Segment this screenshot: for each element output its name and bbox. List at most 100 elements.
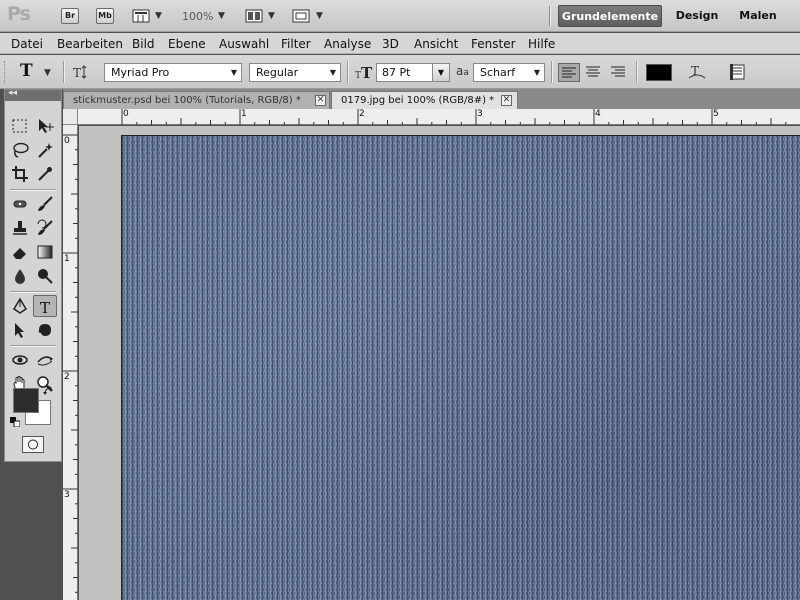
antialias-select[interactable]: Scharf ▼: [473, 63, 545, 82]
menu-datei[interactable]: Datei: [11, 37, 43, 51]
view-extras-icon[interactable]: [132, 8, 150, 24]
chevron-down-icon[interactable]: ▼: [432, 64, 449, 81]
eyedropper-tool[interactable]: [33, 163, 57, 185]
bridge-button[interactable]: Br: [61, 8, 79, 24]
tab-stickmuster[interactable]: stickmuster.psd bei 100% (Tutorials, RGB…: [63, 91, 330, 109]
ruler-label: 2: [64, 372, 70, 382]
chevron-down-icon[interactable]: ▼: [268, 11, 275, 21]
swap-colors-icon[interactable]: [43, 386, 53, 396]
pen-tool[interactable]: [8, 295, 32, 317]
warp-text-icon: T: [688, 64, 706, 79]
chevron-down-icon[interactable]: ▼: [316, 11, 323, 21]
application-bar: Ps Br Mb ▼ 100% ▼ ▼ ▼ Grundelemente Desi…: [0, 0, 800, 32]
tools-panel-header[interactable]: ◂◂: [5, 88, 61, 101]
options-bar: T ▼ T Myriad Pro ▼ Regular ▼ TT 87 Pt ▼ …: [0, 55, 800, 89]
brush-tool[interactable]: [33, 193, 57, 215]
magic-wand-tool[interactable]: [33, 139, 57, 161]
tab-0179[interactable]: 0179.jpg bei 100% (RGB/8#) * ✕: [331, 91, 518, 109]
ruler-label: 3: [477, 109, 483, 119]
document-canvas[interactable]: [121, 135, 800, 600]
ruler-label: 0: [123, 109, 129, 119]
screen-mode-icon[interactable]: [292, 8, 310, 24]
lasso-icon: [13, 142, 29, 158]
vertical-ruler[interactable]: 0 1 2 3: [63, 125, 78, 600]
divider: [549, 6, 551, 26]
path-selection-tool[interactable]: [8, 319, 32, 341]
menu-ansicht[interactable]: Ansicht: [414, 37, 458, 51]
warp-text-button[interactable]: T: [686, 62, 708, 82]
horizontal-ruler[interactable]: 0 1 2 3 4 5: [78, 109, 800, 125]
marquee-tool[interactable]: [8, 115, 32, 137]
custom-shape-tool[interactable]: [33, 319, 57, 341]
text-tool-icon: T: [20, 61, 33, 81]
font-size-value: 87 Pt: [382, 66, 411, 79]
options-bar-grip[interactable]: [4, 61, 8, 83]
antialias-icon: aa: [456, 64, 469, 78]
font-size-icon: TT: [354, 63, 374, 82]
eraser-tool[interactable]: [8, 241, 32, 263]
workspace-malen-button[interactable]: Malen: [732, 5, 784, 27]
menu-fenster[interactable]: Fenster: [471, 37, 516, 51]
menu-ebene[interactable]: Ebene: [168, 37, 206, 51]
drop-icon: [15, 269, 25, 284]
3d-orbit-tool[interactable]: [33, 349, 57, 371]
font-style-select[interactable]: Regular ▼: [249, 63, 341, 82]
panels-icon: [730, 64, 745, 80]
clone-stamp-tool[interactable]: [8, 217, 32, 239]
menu-auswahl[interactable]: Auswahl: [219, 37, 269, 51]
ruler-label: 0: [64, 136, 70, 146]
3d-rotate-tool[interactable]: [8, 349, 32, 371]
default-colors-icon[interactable]: [10, 417, 21, 428]
close-icon[interactable]: ✕: [315, 95, 326, 106]
crop-icon: [12, 166, 28, 182]
divider: [347, 61, 349, 83]
lasso-tool[interactable]: [8, 139, 32, 161]
chevron-down-icon[interactable]: ▼: [155, 11, 162, 21]
dodge-tool[interactable]: [33, 265, 57, 287]
workspace-grundelemente-button[interactable]: Grundelemente: [558, 5, 662, 27]
collapse-icon[interactable]: ◂◂: [8, 88, 17, 98]
blur-tool[interactable]: [8, 265, 32, 287]
align-center-button[interactable]: [583, 63, 605, 82]
menu-analyse[interactable]: Analyse: [324, 37, 371, 51]
foreground-color-swatch[interactable]: [13, 388, 39, 413]
stamp-icon: [13, 221, 27, 235]
chevron-down-icon: ▼: [329, 68, 336, 77]
divider: [63, 61, 65, 83]
photoshop-logo: Ps: [7, 3, 31, 25]
spot-healing-tool[interactable]: [8, 193, 32, 215]
menu-bearbeiten[interactable]: Bearbeiten: [57, 37, 123, 51]
type-tool[interactable]: T: [33, 295, 57, 317]
zoom-level[interactable]: 100%: [182, 10, 213, 23]
menu-3d[interactable]: 3D: [382, 37, 399, 51]
quick-mask-button[interactable]: [22, 436, 44, 453]
path-select-icon: [15, 323, 24, 338]
character-panel-button[interactable]: [728, 63, 748, 81]
ruler-label: 1: [241, 109, 247, 119]
history-brush-tool[interactable]: [33, 217, 57, 239]
text-color-swatch[interactable]: [646, 64, 672, 81]
arrange-documents-icon[interactable]: [245, 8, 263, 24]
workspace-design-button[interactable]: Design: [670, 5, 724, 27]
font-size-field[interactable]: 87 Pt ▼: [376, 63, 450, 82]
menu-filter[interactable]: Filter: [281, 37, 311, 51]
align-right-button[interactable]: [608, 63, 630, 82]
font-family-value: Myriad Pro: [111, 66, 170, 79]
font-family-select[interactable]: Myriad Pro ▼: [104, 63, 242, 82]
marquee-icon: [12, 119, 27, 133]
align-left-button[interactable]: [558, 63, 580, 82]
svg-text:T: T: [73, 66, 81, 80]
menu-hilfe[interactable]: Hilfe: [528, 37, 555, 51]
close-icon[interactable]: ✕: [501, 95, 512, 106]
text-orientation-icon[interactable]: T: [70, 63, 90, 81]
move-tool[interactable]: [33, 115, 57, 137]
chevron-down-icon[interactable]: ▼: [218, 11, 225, 21]
document-tab-strip: stickmuster.psd bei 100% (Tutorials, RGB…: [63, 89, 800, 109]
tool-preset-picker[interactable]: T ▼: [16, 61, 51, 83]
crop-tool[interactable]: [8, 163, 32, 185]
gradient-tool[interactable]: [33, 241, 57, 263]
menu-bild[interactable]: Bild: [132, 37, 155, 51]
custom-shape-icon: [38, 324, 51, 336]
ruler-origin[interactable]: [63, 109, 78, 125]
minibridge-button[interactable]: Mb: [96, 8, 114, 24]
